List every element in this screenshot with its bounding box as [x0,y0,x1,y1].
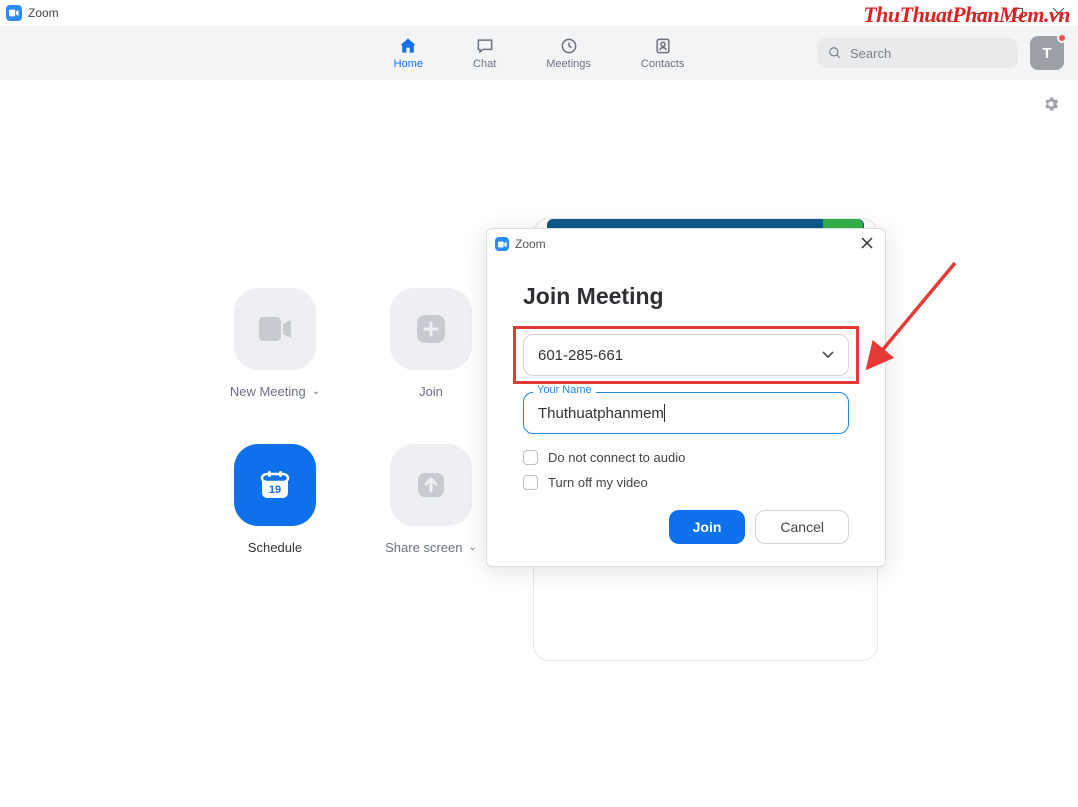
calendar-icon: 19 [257,467,293,503]
schedule-button[interactable]: 19 [234,444,316,526]
window-controls [958,0,1078,26]
dialog-heading: Join Meeting [523,283,849,310]
notification-badge [1057,33,1067,43]
cancel-button[interactable]: Cancel [755,510,849,544]
tab-label: Meetings [546,58,591,70]
text-caret [664,404,665,422]
option-label: Turn off my video [548,475,648,490]
close-icon [861,237,873,249]
tab-contacts[interactable]: Contacts [641,36,684,70]
dialog-close-button[interactable] [857,233,877,256]
close-button[interactable] [1038,0,1078,26]
search-input[interactable]: Search [818,38,1018,68]
option-no-audio: Do not connect to audio [523,450,849,465]
join-button[interactable] [390,288,472,370]
dialog-titlebar: Zoom [487,229,885,259]
tab-meetings[interactable]: Meetings [546,36,591,70]
name-input[interactable]: Thuthuatphanmem [523,392,849,434]
zoom-logo-icon [6,5,22,21]
option-no-video: Turn off my video [523,475,849,490]
new-meeting-button[interactable] [234,288,316,370]
avatar-initial: T [1042,45,1051,62]
upload-arrow-icon [413,467,449,503]
svg-text:19: 19 [269,484,281,496]
gear-icon [1042,95,1060,113]
zoom-logo-icon [495,237,509,251]
search-icon [828,46,842,60]
tab-label: Chat [473,58,496,70]
tile-new-meeting: New Meeting ⌄ [200,288,350,438]
tile-schedule: 19 Schedule [200,444,350,594]
clock-icon [559,36,579,56]
tile-share-screen: Share screen ⌄ [356,444,506,594]
contacts-icon [653,36,673,56]
tile-label: Share screen ⌄ [385,540,477,555]
checkbox-no-video[interactable] [523,475,538,490]
chevron-down-icon[interactable]: ⌄ [468,542,476,553]
settings-button[interactable] [1042,95,1060,118]
tile-join: Join [356,288,506,438]
meeting-id-input[interactable]: 601-285-661 [523,334,849,376]
join-meeting-dialog: Zoom Join Meeting 601-285-661 Your Name … [486,228,886,567]
window-title: Zoom [28,6,59,20]
tile-label: Join [419,384,443,399]
maximize-button[interactable] [998,0,1038,26]
window-titlebar: Zoom [0,0,1078,26]
avatar[interactable]: T [1030,36,1064,70]
video-icon [257,311,293,347]
name-field-label: Your Name [533,384,596,396]
chevron-down-icon[interactable] [822,351,834,359]
join-button[interactable]: Join [669,510,746,544]
tab-label: Contacts [641,58,684,70]
tab-label: Home [394,58,423,70]
chevron-down-icon[interactable]: ⌄ [312,386,320,397]
tab-home[interactable]: Home [394,36,423,70]
name-value: Thuthuatphanmem [538,405,664,422]
tile-label: New Meeting ⌄ [230,384,320,399]
dialog-window-title: Zoom [515,237,546,251]
meeting-id-value: 601-285-661 [538,347,623,364]
search-placeholder: Search [850,46,891,61]
minimize-button[interactable] [958,0,998,26]
checkbox-no-audio[interactable] [523,450,538,465]
top-nav: Home Chat Meetings Contacts Search T [0,26,1078,80]
tab-chat[interactable]: Chat [473,36,496,70]
chat-icon [475,36,495,56]
plus-icon [413,311,449,347]
share-screen-button[interactable] [390,444,472,526]
home-tiles: New Meeting ⌄ Join 19 Schedule Share scr… [200,288,506,594]
option-label: Do not connect to audio [548,450,685,465]
tile-label: Schedule [248,540,302,555]
home-icon [398,36,418,56]
